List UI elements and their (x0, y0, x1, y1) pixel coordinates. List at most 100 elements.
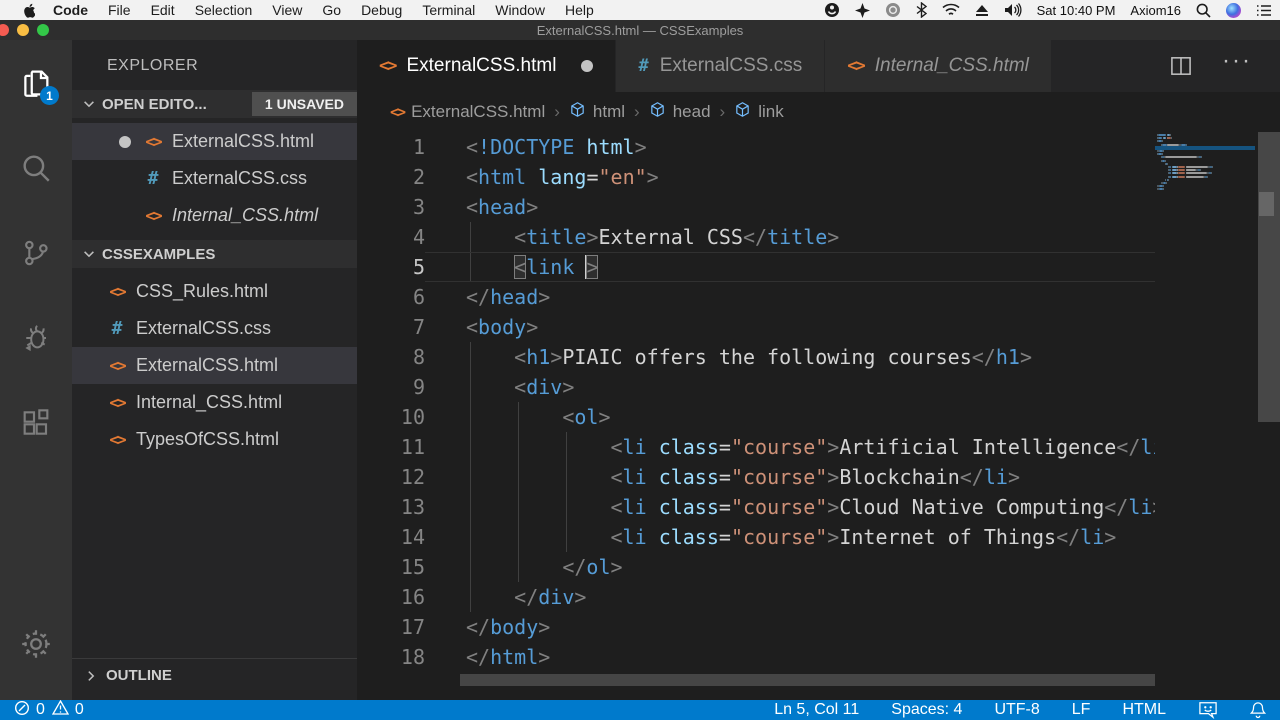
code-line-18[interactable]: 18 </html> (357, 642, 1155, 672)
status-count: 0 (36, 701, 45, 718)
code-line-13[interactable]: 13 <li class="course">Cloud Native Compu… (357, 492, 1155, 522)
indent-guide (470, 253, 471, 281)
menu-item-go[interactable]: Go (312, 2, 351, 18)
status-ln-5-col-11[interactable]: Ln 5, Col 11 (774, 701, 859, 719)
code-line-1[interactable]: 1 <!DOCTYPE html> (357, 132, 1155, 162)
code-line-9[interactable]: 9 <div> (357, 372, 1155, 402)
explorer-sidebar: EXPLORER OPEN EDITO... 1 UNSAVED <> Exter… (72, 40, 357, 700)
activity-debug-button[interactable] (0, 295, 72, 380)
code-line-17[interactable]: 17 </body> (357, 612, 1155, 642)
code-line-14[interactable]: 14 <li class="course">Internet of Things… (357, 522, 1155, 552)
tab-internal-css-html[interactable]: <> Internal_CSS.html (825, 40, 1052, 92)
vertical-scrollbar-thumb[interactable] (1258, 132, 1280, 422)
code-line-11[interactable]: 11 <li class="course">Artificial Intelli… (357, 432, 1155, 462)
tab-externalcss-html[interactable]: <> ExternalCSS.html (357, 40, 617, 92)
tab-label: Internal_CSS.html (874, 55, 1029, 76)
file-externalcss-html[interactable]: <> ExternalCSS.html (72, 347, 357, 384)
code-line-10[interactable]: 10 <ol> (357, 402, 1155, 432)
obs-icon[interactable] (824, 2, 840, 18)
code-line-5[interactable]: 5 <link > (357, 252, 1155, 282)
html-file-icon: <> (109, 356, 126, 375)
menu-item-view[interactable]: View (262, 2, 312, 18)
code-line-8[interactable]: 8 <h1>PIAIC offers the following courses… (357, 342, 1155, 372)
adobe-cc-icon[interactable] (885, 2, 901, 18)
breadcrumb-html[interactable]: html (569, 101, 625, 123)
minimap-current-line (1155, 145, 1255, 150)
breadcrumb-link[interactable]: link (734, 101, 784, 123)
menu-item-window[interactable]: Window (485, 2, 555, 18)
open-editors-header[interactable]: OPEN EDITO... 1 UNSAVED (72, 90, 357, 118)
status-warning-triangle[interactable]: 0 (51, 699, 84, 720)
code-line-7[interactable]: 7 <body> (357, 312, 1155, 342)
menu-item-edit[interactable]: Edit (141, 2, 185, 18)
status-spaces-4[interactable]: Spaces: 4 (891, 701, 962, 719)
code-line-15[interactable]: 15 </ol> (357, 552, 1155, 582)
close-window-button[interactable] (0, 24, 9, 36)
avast-icon[interactable] (854, 2, 870, 18)
menu-item-help[interactable]: Help (555, 2, 604, 18)
code-line-4[interactable]: 4 <title>External CSS</title> (357, 222, 1155, 252)
file-label: Internal_CSS.html (172, 205, 319, 225)
open-editor-internal-css-html[interactable]: <> Internal_CSS.html (72, 197, 357, 234)
menu-item-terminal[interactable]: Terminal (412, 2, 485, 18)
zoom-window-button[interactable] (37, 24, 49, 36)
code-editor[interactable]: 1 <!DOCTYPE html> 2 <html lang="en"> 3 <head>… (357, 132, 1280, 700)
file-typesofcss-html[interactable]: <> TypesOfCSS.html (72, 421, 357, 458)
file-css-rules-html[interactable]: <> CSS_Rules.html (72, 273, 357, 310)
vertical-scrollbar[interactable] (1258, 132, 1280, 700)
status-lf[interactable]: LF (1072, 701, 1091, 719)
more-actions-icon[interactable]: ··· (1222, 49, 1252, 76)
siri-icon[interactable] (1226, 2, 1241, 18)
status-error-circle[interactable]: 0 (14, 700, 45, 720)
code-line-12[interactable]: 12 <li class="course">Blockchain</li> (357, 462, 1155, 492)
open-editors-label: OPEN EDITO... (102, 95, 207, 113)
code-line-16[interactable]: 16 </div> (357, 582, 1155, 612)
folder-section-header[interactable]: CSSEXAMPLES (72, 240, 357, 268)
html-file-icon: <> (109, 430, 126, 449)
open-editor-externalcss-css[interactable]: # ExternalCSS.css (72, 160, 357, 197)
line-number: 13 (400, 495, 425, 519)
menu-item-debug[interactable]: Debug (351, 2, 412, 18)
wifi-icon[interactable] (942, 3, 960, 17)
code-line-3[interactable]: 3 <head> (357, 192, 1155, 222)
eject-icon[interactable] (975, 4, 989, 17)
html-file-icon: <> (390, 103, 406, 121)
activity-extensions-button[interactable] (0, 380, 72, 465)
outline-section-header[interactable]: OUTLINE (72, 658, 357, 692)
status-html[interactable]: HTML (1122, 701, 1166, 719)
breadcrumbs: <> ExternalCSS.html › html › head › link (357, 92, 1280, 132)
open-editor-externalcss-html[interactable]: <> ExternalCSS.html (72, 123, 357, 160)
spotlight-icon[interactable] (1196, 3, 1211, 18)
menu-item-file[interactable]: File (98, 2, 141, 18)
minimap[interactable] (1155, 134, 1255, 434)
activity-settings-button[interactable] (0, 601, 72, 686)
code-line-6[interactable]: 6 </head> (357, 282, 1155, 312)
menu-item-selection[interactable]: Selection (185, 2, 263, 18)
bell-icon[interactable] (1250, 701, 1266, 719)
breadcrumb-head[interactable]: head (649, 101, 711, 123)
bluetooth-icon[interactable] (916, 2, 927, 18)
status-utf-8[interactable]: UTF-8 (994, 701, 1039, 719)
breadcrumb-label: html (592, 102, 626, 121)
minimize-window-button[interactable] (17, 24, 29, 36)
code-line-2[interactable]: 2 <html lang="en"> (357, 162, 1155, 192)
breadcrumb-separator: › (554, 102, 560, 121)
volume-icon[interactable] (1004, 3, 1022, 17)
horizontal-scrollbar[interactable] (460, 674, 1155, 686)
breadcrumb-externalcss-html[interactable]: <> ExternalCSS.html (390, 102, 545, 122)
menu-clock[interactable]: Sat 10:40 PM (1037, 3, 1116, 18)
file-externalcss-css[interactable]: # ExternalCSS.css (72, 310, 357, 347)
modified-dot[interactable] (581, 60, 594, 72)
apple-menu-icon[interactable] (14, 3, 43, 18)
activity-explorer-button[interactable]: 1 (0, 40, 72, 125)
line-number: 17 (400, 615, 425, 639)
menu-item-code[interactable]: Code (43, 2, 98, 18)
split-editor-icon[interactable] (1170, 56, 1192, 76)
notification-list-icon[interactable] (1256, 4, 1272, 17)
activity-source-control-button[interactable] (0, 210, 72, 295)
user-menu[interactable]: Axiom16 (1130, 3, 1181, 18)
activity-search-button[interactable] (0, 125, 72, 210)
feedback-icon[interactable] (1198, 701, 1218, 719)
file-internal-css-html[interactable]: <> Internal_CSS.html (72, 384, 357, 421)
tab-externalcss-css[interactable]: # ExternalCSS.css (616, 40, 826, 92)
